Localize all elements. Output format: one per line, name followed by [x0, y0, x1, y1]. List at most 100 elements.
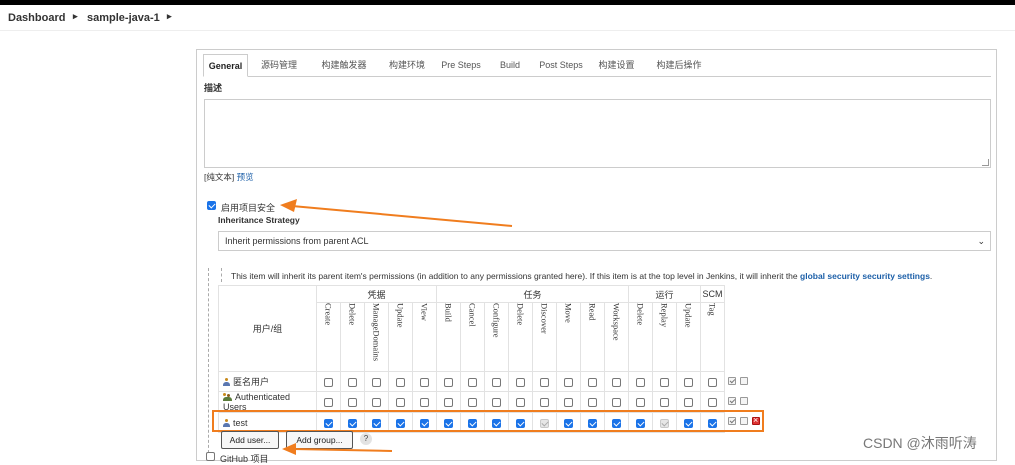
permission-checkbox[interactable] — [348, 377, 357, 387]
permission-checkbox[interactable] — [444, 377, 453, 387]
permission-checkbox[interactable] — [612, 398, 621, 408]
clear-all-icon[interactable] — [740, 397, 748, 405]
permission-cell — [604, 371, 629, 392]
permission-header: Move — [556, 302, 581, 372]
permission-checkbox[interactable] — [636, 377, 645, 387]
permission-checkbox[interactable] — [396, 398, 405, 408]
enable-project-security-checkbox[interactable] — [207, 201, 216, 210]
row-label: Authenticated Users — [223, 392, 291, 412]
table-row-name: 匿名用户 — [218, 371, 317, 392]
permission-header: Delete — [508, 302, 533, 372]
permission-checkbox[interactable] — [660, 398, 669, 408]
global-security-link[interactable]: global security security settings — [800, 271, 930, 281]
add-group-button[interactable]: Add group... — [286, 431, 353, 449]
permission-cell — [484, 371, 509, 392]
permission-label: Delete — [347, 303, 358, 326]
user-group-header: 用户/组 — [218, 285, 317, 372]
permission-checkbox[interactable] — [588, 398, 597, 408]
permission-checkbox[interactable] — [444, 398, 453, 408]
chevron-down-icon: ⌄ — [977, 236, 985, 246]
permission-header: Tag — [700, 302, 725, 372]
permission-checkbox[interactable] — [516, 398, 525, 408]
permission-label: Read — [587, 303, 598, 321]
preview-link[interactable]: 预览 — [237, 172, 254, 182]
tab-pre-steps[interactable]: Pre Steps — [438, 54, 484, 77]
config-panel: General 源码管理 构建触发器 构建环境 Pre Steps Build … — [196, 49, 997, 464]
permission-checkbox[interactable] — [684, 377, 693, 387]
permission-label: Delete — [515, 303, 526, 326]
permission-cell — [700, 371, 725, 392]
permission-header: Workspace — [604, 302, 629, 372]
description-textarea[interactable] — [204, 99, 991, 168]
permission-cell — [652, 371, 677, 392]
tab-general[interactable]: General — [203, 54, 248, 77]
permission-checkbox[interactable] — [564, 377, 573, 387]
permission-header: View — [412, 302, 437, 372]
permission-checkbox[interactable] — [396, 377, 405, 387]
permission-cell — [460, 371, 485, 392]
permission-label: Update — [395, 303, 406, 328]
breadcrumb-project[interactable]: sample-java-1 — [87, 12, 160, 24]
permission-cell — [508, 371, 533, 392]
inheritance-strategy-select[interactable]: Inherit permissions from parent ACL ⌄ — [218, 231, 991, 251]
inheritance-strategy-value: Inherit permissions from parent ACL — [225, 236, 369, 246]
tab-build[interactable]: Build — [493, 54, 527, 77]
permission-checkbox[interactable] — [324, 398, 333, 408]
permission-cell — [388, 371, 413, 392]
permission-checkbox[interactable] — [708, 398, 717, 408]
tab-build-settings[interactable]: 构建设置 — [594, 54, 639, 77]
config-tabs: General 源码管理 构建触发器 构建环境 Pre Steps Build … — [203, 54, 991, 77]
permission-cell — [364, 371, 389, 392]
permission-checkbox[interactable] — [420, 377, 429, 387]
permission-label: Configure — [491, 303, 502, 338]
permission-checkbox[interactable] — [492, 377, 501, 387]
permission-label: Build — [443, 303, 454, 322]
chevron-right-icon[interactable]: ▸ — [73, 11, 78, 22]
permission-checkbox[interactable] — [540, 377, 549, 387]
permission-checkbox[interactable] — [516, 377, 525, 387]
permission-checkbox[interactable] — [372, 377, 381, 387]
permission-label: Replay — [659, 303, 670, 328]
permission-checkbox[interactable] — [324, 377, 333, 387]
resize-handle[interactable] — [982, 159, 989, 166]
inherit-info-suffix: . — [929, 271, 933, 281]
tab-post-build[interactable]: 构建后操作 — [651, 54, 707, 77]
toggle-all-icon[interactable] — [728, 377, 736, 385]
tab-build-env[interactable]: 构建环境 — [384, 54, 430, 77]
tab-triggers[interactable]: 构建触发器 — [316, 54, 372, 77]
permission-checkbox[interactable] — [468, 377, 477, 387]
permission-checkbox[interactable] — [708, 377, 717, 387]
tab-scm[interactable]: 源码管理 — [256, 54, 302, 77]
permission-checkbox[interactable] — [372, 398, 381, 408]
github-project-checkbox[interactable] — [206, 452, 215, 461]
permission-cell — [580, 371, 605, 392]
tab-post-steps[interactable]: Post Steps — [536, 54, 586, 77]
description-format: [纯文本] 预览 — [204, 171, 254, 183]
permission-label: Move — [563, 303, 574, 323]
permission-checkbox[interactable] — [468, 398, 477, 408]
help-icon[interactable]: ? — [360, 433, 372, 445]
permission-checkbox[interactable] — [564, 398, 573, 408]
permission-cell — [676, 371, 701, 392]
permission-checkbox[interactable] — [540, 398, 549, 408]
add-user-button[interactable]: Add user... — [221, 431, 279, 449]
breadcrumb-dashboard[interactable]: Dashboard — [8, 12, 65, 24]
permission-checkbox[interactable] — [660, 377, 669, 387]
permission-checkbox[interactable] — [420, 398, 429, 408]
permission-header: Read — [580, 302, 605, 372]
permission-checkbox[interactable] — [612, 377, 621, 387]
permission-checkbox[interactable] — [492, 398, 501, 408]
toggle-all-icon[interactable] — [728, 397, 736, 405]
permission-label: Workspace — [611, 303, 622, 341]
permission-cell — [532, 371, 557, 392]
permission-checkbox[interactable] — [636, 398, 645, 408]
chevron-right-icon[interactable]: ▸ — [167, 11, 172, 22]
enable-project-security-label: 启用项目安全 — [221, 203, 276, 213]
permission-checkbox[interactable] — [684, 398, 693, 408]
permission-checkbox[interactable] — [348, 398, 357, 408]
clear-all-icon[interactable] — [740, 377, 748, 385]
permission-checkbox[interactable] — [588, 377, 597, 387]
row-label: 匿名用户 — [233, 377, 270, 387]
divider — [221, 268, 222, 282]
permission-header: Cancel — [460, 302, 485, 372]
